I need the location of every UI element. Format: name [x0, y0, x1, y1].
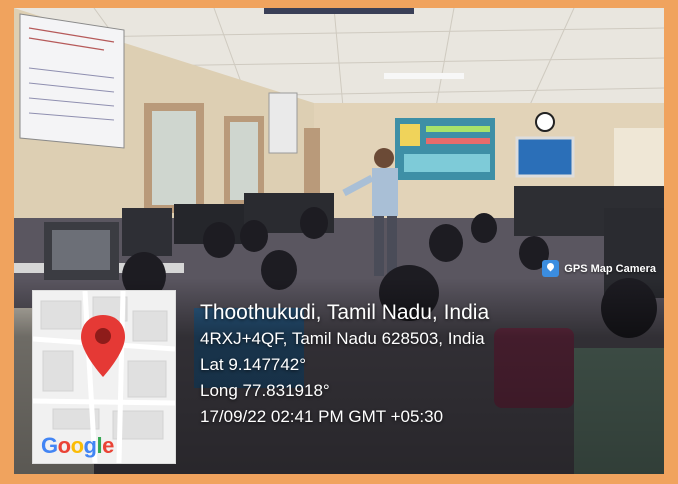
timestamp: 17/09/22 02:41 PM GMT +05:30 [200, 407, 444, 426]
location-address: 4RXJ+4QF, Tamil Nadu 628503, India [200, 329, 485, 348]
location-title: Thoothukudi, Tamil Nadu, India [200, 301, 490, 324]
latitude: Lat 9.147742° [200, 355, 307, 374]
longitude: Long 77.831918° [200, 381, 330, 400]
classroom-photo: GPS Map Camera Google Thoothukudi, Tamil… [14, 8, 664, 474]
photo-frame: GPS Map Camera Google Thoothukudi, Tamil… [0, 0, 678, 484]
google-logo: Google [41, 433, 114, 458]
map-pin-icon [542, 260, 560, 277]
camera-badge-label: GPS Map Camera [564, 262, 656, 275]
location-details: Thoothukudi, Tamil Nadu, India 4RXJ+4QF,… [200, 300, 489, 430]
gps-map-camera-badge: GPS Map Camera [542, 260, 656, 277]
map-thumbnail: Google [32, 290, 176, 464]
